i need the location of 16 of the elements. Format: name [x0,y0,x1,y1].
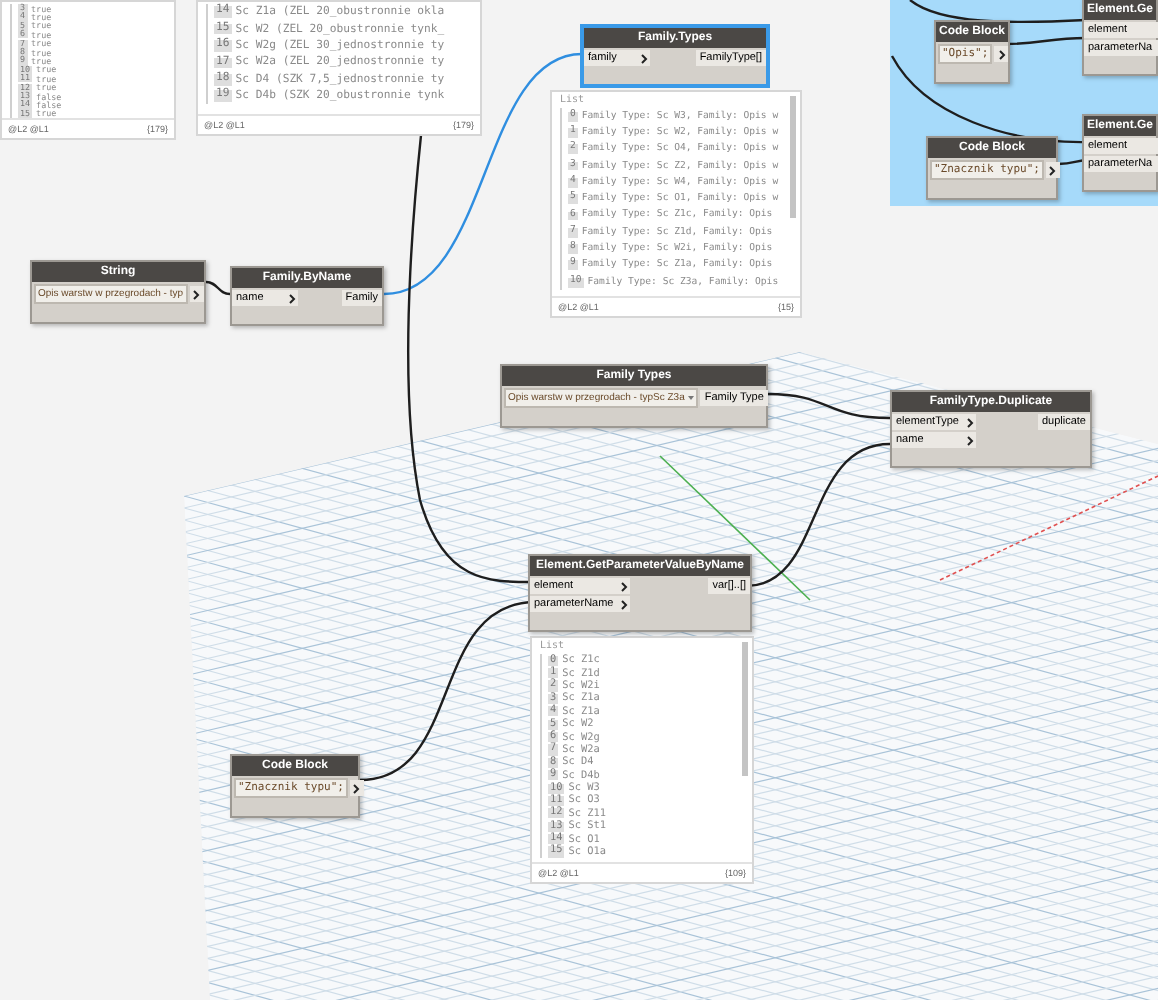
output-port[interactable] [349,780,364,796]
caret-icon [688,396,695,400]
chevron-icon [288,293,296,303]
chevron-icon [997,49,1006,59]
output-port[interactable] [1045,162,1060,178]
chevron-icon [1048,165,1057,175]
chevron-icon [352,783,361,793]
connector-wire [1006,36,1086,46]
output-port[interactable] [189,286,204,302]
connector-wire [767,392,891,420]
scrollbar[interactable] [790,96,796,219]
chevron-icon [192,289,201,299]
scrollbar[interactable] [742,642,748,777]
output-port[interactable] [994,46,1009,62]
chevron-icon [640,53,648,63]
connector-wire [205,280,231,296]
